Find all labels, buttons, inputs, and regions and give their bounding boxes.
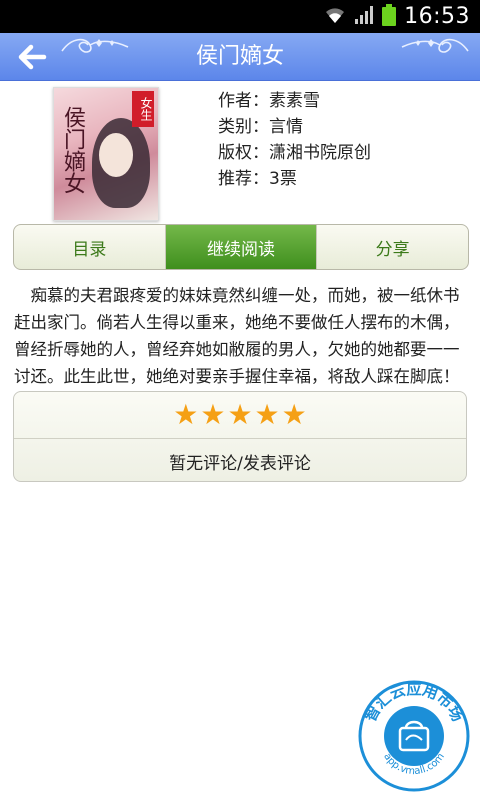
category-label: 类别：言情 — [218, 117, 303, 137]
review-panel: ★ ★ ★ ★ ★ 暂无评论/发表评论 — [13, 391, 467, 482]
tab-catalog[interactable]: 目录 — [14, 225, 165, 269]
signal-icon — [354, 5, 374, 29]
copyright-label: 版权：潇湘书院原创 — [218, 143, 371, 163]
battery-icon — [382, 3, 397, 30]
star-icon[interactable]: ★ — [282, 401, 307, 429]
star-icon[interactable]: ★ — [173, 401, 198, 429]
cover-face — [99, 133, 133, 177]
book-description: 痴慕的夫君跟疼爱的妹妹竟然纠缠一处，而她，被一纸休书赶出家门。倘若人生得以重来，… — [14, 286, 460, 386]
recommend-label: 推荐：3票 — [218, 169, 297, 189]
ornament-icon — [400, 35, 470, 61]
wifi-icon — [324, 6, 346, 28]
app-market-logo: 智汇云应用市场 app.vmall.com — [358, 680, 470, 792]
cover-tag: 女生 — [132, 91, 154, 127]
star-icon[interactable]: ★ — [200, 401, 225, 429]
cover-title: 侯门嫡女 — [60, 106, 85, 194]
action-tabs: 目录 继续阅读 分享 — [13, 224, 469, 270]
star-icon[interactable]: ★ — [227, 401, 252, 429]
status-bar: 16:53 — [0, 0, 480, 33]
tab-continue-reading[interactable]: 继续阅读 — [164, 225, 317, 269]
clock: 16:53 — [404, 4, 470, 29]
app-market-badge[interactable]: 智汇云应用市场 app.vmall.com — [358, 680, 470, 792]
book-cover[interactable]: 侯门嫡女 女生 — [53, 87, 159, 221]
star-rating[interactable]: ★ ★ ★ ★ ★ — [14, 392, 466, 439]
write-review-button[interactable]: 暂无评论/发表评论 — [14, 439, 466, 481]
title-bar: 侯门嫡女 — [0, 33, 480, 81]
tab-share[interactable]: 分享 — [316, 225, 468, 269]
star-icon[interactable]: ★ — [255, 401, 280, 429]
book-info: 作者：素素雪 类别：言情 版权：潇湘书院原创 推荐：3票 — [218, 88, 371, 192]
author-label: 作者：素素雪 — [218, 91, 320, 111]
